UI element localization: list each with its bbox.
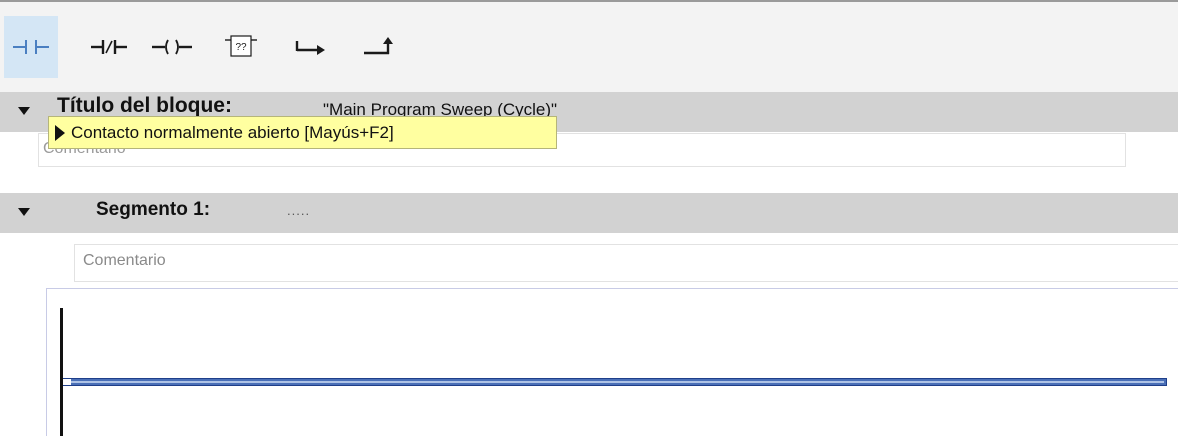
normally-open-contact-icon: [13, 40, 49, 54]
block-title-label: Título del bloque:: [57, 94, 232, 117]
normally-closed-contact-button[interactable]: [82, 16, 136, 78]
close-branch-icon: [364, 37, 393, 55]
ladder-editor-area[interactable]: [46, 288, 1178, 436]
segment-comment-placeholder: Comentario: [83, 252, 166, 269]
collapse-segment-icon[interactable]: [18, 208, 30, 216]
tooltip: Contacto normalmente abierto [Mayús+F2]: [48, 116, 557, 149]
empty-box-icon: ??: [225, 35, 257, 57]
instruction-toolbar: ??: [0, 0, 1178, 92]
svg-text:??: ??: [235, 42, 247, 53]
tooltip-arrow-icon: [55, 124, 65, 141]
normally-closed-contact-icon: [91, 40, 127, 54]
power-rail: [60, 308, 63, 436]
segment-title[interactable]: .....: [287, 203, 310, 218]
coil-button[interactable]: [145, 16, 199, 78]
coil-icon: [152, 39, 192, 55]
rung-line[interactable]: [63, 378, 1167, 386]
empty-box-button[interactable]: ??: [214, 16, 268, 78]
tooltip-text: Contacto normalmente abierto [Mayús+F2]: [71, 122, 394, 142]
segment-label: Segmento 1:: [96, 199, 211, 220]
open-branch-button[interactable]: [284, 16, 338, 78]
segment-comment-field[interactable]: Comentario: [74, 244, 1178, 282]
rung-start-cap: [63, 379, 71, 385]
collapse-block-icon[interactable]: [18, 107, 30, 115]
close-branch-button[interactable]: [352, 16, 406, 78]
open-branch-icon: [295, 41, 325, 55]
normally-open-contact-button[interactable]: [4, 16, 58, 78]
